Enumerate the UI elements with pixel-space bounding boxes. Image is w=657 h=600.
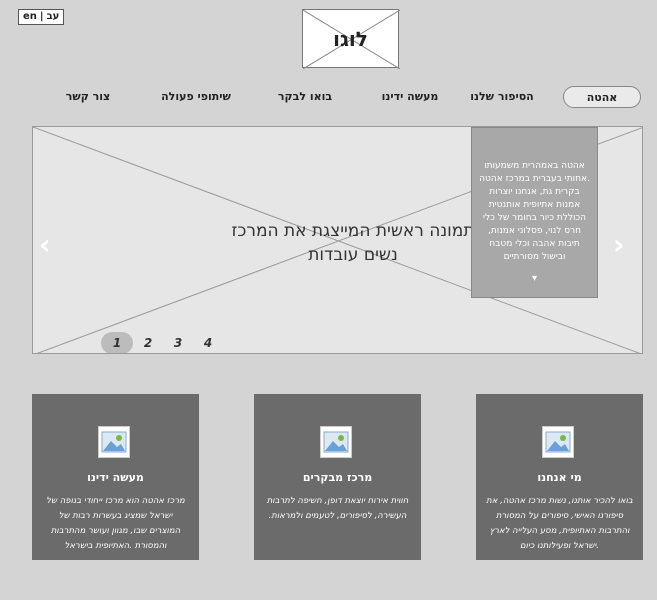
card-description: בואו להכיר אותנו, נשות מרכז אהטה, את סיפ… xyxy=(486,496,633,551)
card-title: מעשה ידינו xyxy=(87,471,144,484)
logo-placeholder[interactable]: לוגו xyxy=(302,9,400,69)
image-placeholder-icon xyxy=(542,426,574,458)
page-dot-1[interactable]: 1 xyxy=(101,332,133,353)
main-nav: אהטה הסיפור שלנו מעשה ידינו בואו לבקר שי… xyxy=(0,86,657,110)
hero-info-text: אהטה באמהרית משמעותו .אחותי בעברית במרכז… xyxy=(479,161,590,262)
hero-title-line1: תמונה ראשית המייצגת את המרכז xyxy=(231,221,475,241)
lang-en-link[interactable]: en xyxy=(23,10,37,24)
hero-slider: תמונה ראשית המייצגת את המרכז נשים עובדות… xyxy=(32,126,643,354)
page-dot-3[interactable]: 3 xyxy=(163,332,193,353)
slider-next-arrow-icon[interactable]: › xyxy=(613,231,625,259)
card-description: חווית אירוח יוצאת דופן, חשיפה לתרבות העש… xyxy=(266,496,409,521)
nav-item-visit-us[interactable]: בואו לבקר xyxy=(274,86,336,108)
card-title: מרכז מבקרים xyxy=(302,471,373,484)
slider-prev-arrow-icon[interactable]: ‹ xyxy=(39,231,51,259)
language-switcher: en | עב xyxy=(18,9,65,25)
nav-item-home[interactable]: אהטה xyxy=(563,86,641,108)
hero-title: תמונה ראשית המייצגת את המרכז נשים עובדות xyxy=(193,219,513,267)
lang-he-link[interactable]: עב xyxy=(47,10,60,24)
slider-pagination: 1 2 3 4 xyxy=(101,331,223,353)
nav-item-our-story[interactable]: הסיפור שלנו xyxy=(466,86,538,108)
card-title: מי אנחנו xyxy=(537,471,582,484)
image-placeholder-icon xyxy=(320,426,352,458)
card-visitor-center[interactable]: מרכז מבקרים חווית אירוח יוצאת דופן, חשיפ… xyxy=(254,394,421,560)
hero-title-line2: נשים עובדות xyxy=(308,245,398,265)
chevron-down-icon[interactable]: ▾ xyxy=(472,272,597,285)
logo-text: לוגו xyxy=(333,26,368,51)
card-about-us[interactable]: מי אנחנו בואו להכיר אותנו, נשות מרכז אהט… xyxy=(476,394,643,560)
image-placeholder-icon xyxy=(98,426,130,458)
nav-item-contact[interactable]: צור קשר xyxy=(60,86,116,108)
page-dot-4[interactable]: 4 xyxy=(193,332,223,353)
nav-item-partnerships[interactable]: שיתופי פעולה xyxy=(158,86,234,108)
hero-info-panel: אהטה באמהרית משמעותו .אחותי בעברית במרכז… xyxy=(471,127,598,298)
nav-item-our-handiwork[interactable]: מעשה ידינו xyxy=(375,86,445,108)
card-our-handiwork[interactable]: מעשה ידינו מרכז אהטה הוא מרכז ייחודי בנו… xyxy=(32,394,199,560)
card-description: מרכז אהטה הוא מרכז ייחודי בנופה של ישראל… xyxy=(46,496,185,551)
page-dot-2[interactable]: 2 xyxy=(133,332,163,353)
lang-separator: | xyxy=(39,11,44,22)
